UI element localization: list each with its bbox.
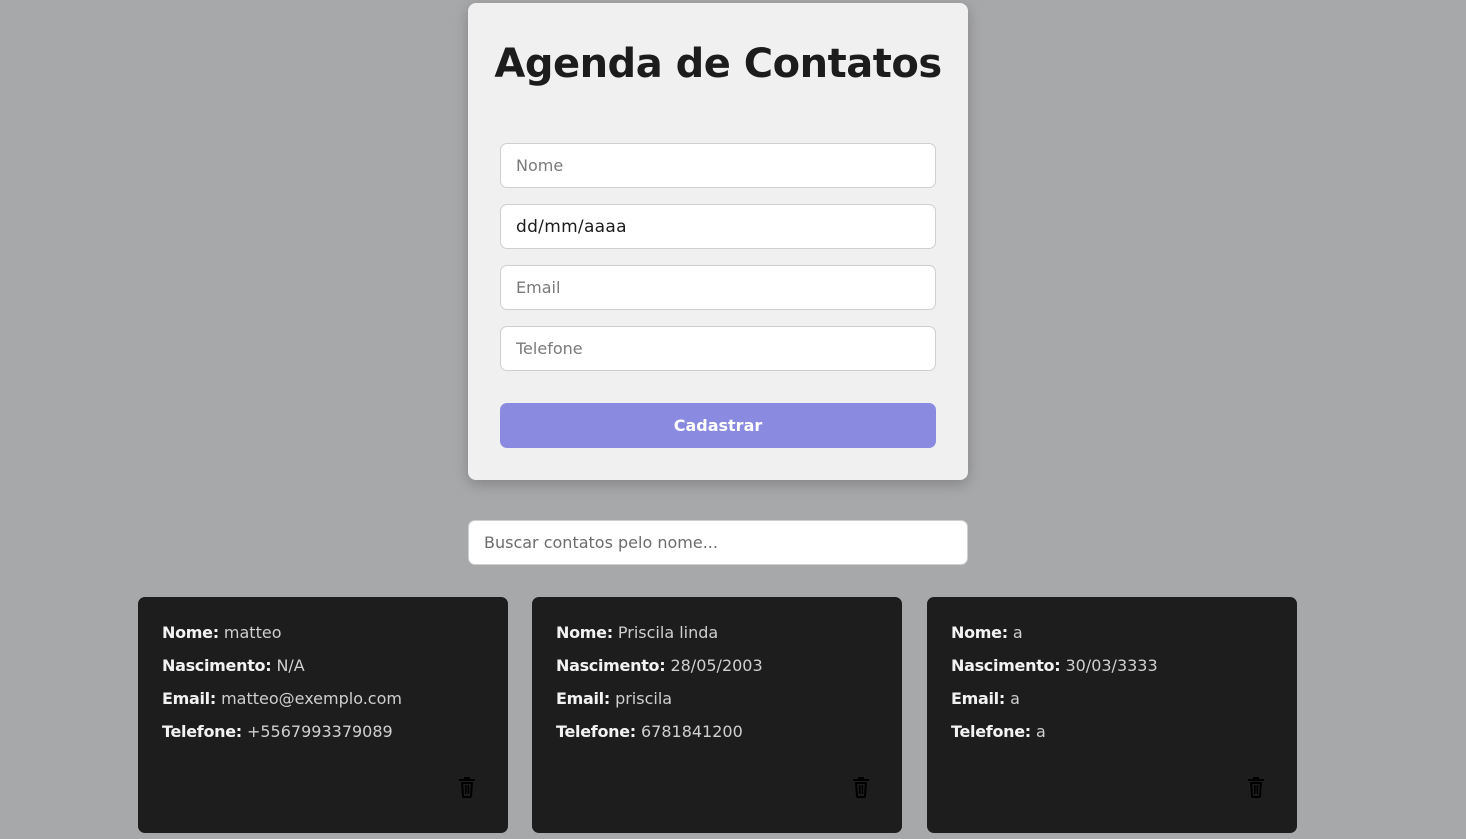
email-label: Email: <box>556 689 610 708</box>
contact-phone: a <box>1035 722 1046 741</box>
email-label: Email: <box>162 689 216 708</box>
contact-birth: 28/05/2003 <box>670 656 763 675</box>
name-input[interactable] <box>500 143 936 188</box>
birth-label: Nascimento: <box>556 656 666 675</box>
contact-card: Nome: matteo Nascimento: N/A Email: matt… <box>138 597 508 833</box>
contact-phone: 6781841200 <box>640 722 743 741</box>
contact-name: matteo <box>223 623 282 642</box>
name-label: Nome: <box>556 623 613 642</box>
delete-contact-button[interactable] <box>850 775 872 799</box>
trash-icon <box>1248 777 1264 798</box>
contact-birth: 30/03/3333 <box>1065 656 1158 675</box>
contact-form-card: Agenda de Contatos dd/mm/aaaa Cadastrar <box>468 3 968 480</box>
contact-email-row: Email: priscila <box>556 688 878 721</box>
contact-phone-row: Telefone: 6781841200 <box>556 721 878 754</box>
page-title: Agenda de Contatos <box>494 41 942 87</box>
contact-birth: N/A <box>276 656 305 675</box>
name-label: Nome: <box>162 623 219 642</box>
birthdate-value: dd/mm/aaaa <box>516 216 627 237</box>
name-label: Nome: <box>951 623 1008 642</box>
contact-name-row: Nome: Priscila linda <box>556 622 878 655</box>
contact-name: Priscila linda <box>617 623 719 642</box>
email-label: Email: <box>951 689 1005 708</box>
phone-input[interactable] <box>500 326 936 371</box>
phone-label: Telefone: <box>951 722 1031 741</box>
contact-name-row: Nome: a <box>951 622 1273 655</box>
contact-name-row: Nome: matteo <box>162 622 484 655</box>
contact-name: a <box>1012 623 1023 642</box>
phone-label: Telefone: <box>556 722 636 741</box>
phone-label: Telefone: <box>162 722 242 741</box>
search-input[interactable] <box>468 520 968 565</box>
birth-label: Nascimento: <box>951 656 1061 675</box>
register-button[interactable]: Cadastrar <box>500 403 936 448</box>
contact-phone-row: Telefone: a <box>951 721 1273 754</box>
trash-icon <box>853 777 869 798</box>
birthdate-input[interactable]: dd/mm/aaaa <box>500 204 936 249</box>
contact-email: matteo@exemplo.com <box>221 689 402 708</box>
contact-email-row: Email: matteo@exemplo.com <box>162 688 484 721</box>
contact-birth-row: Nascimento: 28/05/2003 <box>556 655 878 688</box>
contact-birth-row: Nascimento: 30/03/3333 <box>951 655 1273 688</box>
delete-contact-button[interactable] <box>1245 775 1267 799</box>
delete-contact-button[interactable] <box>456 775 478 799</box>
contact-phone-row: Telefone: +5567993379089 <box>162 721 484 754</box>
contact-email: a <box>1010 689 1020 708</box>
contact-phone: +5567993379089 <box>246 722 393 741</box>
email-input[interactable] <box>500 265 936 310</box>
contact-email: priscila <box>615 689 673 708</box>
trash-icon <box>459 777 475 798</box>
contact-birth-row: Nascimento: N/A <box>162 655 484 688</box>
contact-email-row: Email: a <box>951 688 1273 721</box>
contact-card: Nome: a Nascimento: 30/03/3333 Email: a … <box>927 597 1297 833</box>
birth-label: Nascimento: <box>162 656 272 675</box>
contact-card: Nome: Priscila linda Nascimento: 28/05/2… <box>532 597 902 833</box>
